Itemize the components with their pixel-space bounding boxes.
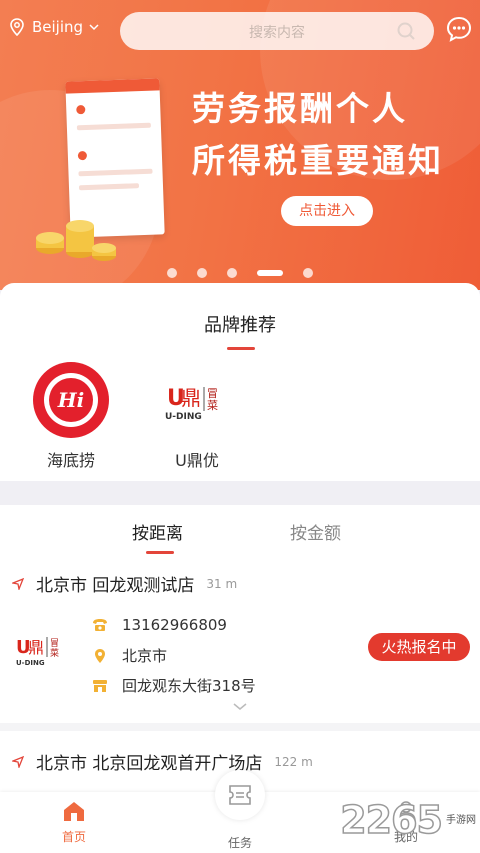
city-label: Beijing: [32, 18, 84, 36]
tab-by-amount[interactable]: 按金额: [290, 519, 341, 544]
store-distance: 122 m: [274, 754, 313, 769]
brand-name: U鼎优: [175, 451, 219, 470]
city-selector[interactable]: Beijing: [10, 18, 107, 36]
status-badge[interactable]: 火热报名中: [368, 633, 470, 661]
gold-coins-icon: [36, 220, 116, 261]
svg-text:菜: 菜: [50, 647, 59, 659]
navigation-arrow-icon: [12, 755, 24, 768]
carousel-dot[interactable]: [197, 267, 207, 278]
svg-text:Hi: Hi: [57, 388, 85, 412]
store-front-icon: [93, 679, 107, 692]
tab-home[interactable]: 首页: [34, 800, 114, 845]
ticket-icon: [229, 785, 251, 805]
task-center-button[interactable]: [215, 770, 265, 820]
phone-icon: [93, 619, 107, 631]
brand-recommendation-section: 品牌推荐 Hi 海底捞 U 鼎 冒 菜 U-DING U鼎优: [0, 283, 480, 481]
tab-home-label: 首页: [61, 830, 86, 844]
carousel-indicator: [0, 262, 480, 281]
section-title: 品牌推荐: [204, 315, 276, 336]
tab-task-label: 任务: [227, 836, 252, 850]
store-title-row[interactable]: 北京市 回龙观测试店 31 m: [12, 571, 237, 596]
svg-text:菜: 菜: [207, 399, 218, 412]
search-placeholder: 搜索内容: [249, 25, 305, 41]
store-city-row: 北京市: [92, 645, 167, 666]
store-distance: 31 m: [206, 576, 238, 591]
carousel-dot[interactable]: [303, 267, 313, 278]
message-icon[interactable]: [446, 16, 472, 42]
navigation-arrow-icon: [12, 577, 24, 590]
tab-task[interactable]: 任务: [200, 832, 280, 851]
banner-headline-line1: 劳务报酬个人: [192, 89, 408, 128]
banner-headline-line2: 所得税重要通知: [192, 141, 444, 180]
store-title-row[interactable]: 北京市 北京回龙观首开广场店 122 m: [12, 749, 313, 774]
store-logo-uding: U 鼎 冒 菜 U-DING: [16, 637, 59, 667]
carousel-dot-active[interactable]: [257, 269, 283, 276]
svg-text:U-DING: U-DING: [165, 412, 202, 422]
chevron-down-icon: [89, 23, 99, 30]
svg-text:U-DING: U-DING: [16, 659, 45, 667]
svg-text:鼎: 鼎: [28, 638, 44, 657]
search-bar[interactable]: 搜索内容: [120, 12, 434, 50]
search-icon[interactable]: [396, 21, 416, 41]
store-name: 北京市 北京回龙观首开广场店: [36, 754, 263, 774]
location-pin-icon: [10, 18, 24, 36]
active-tab-indicator: [146, 551, 174, 554]
carousel-dot[interactable]: [167, 267, 177, 278]
banner-enter-button[interactable]: 点击进入: [281, 196, 373, 226]
tab-by-distance[interactable]: 按距离: [132, 519, 183, 544]
location-pin-icon: [95, 648, 105, 663]
watermark-site: 手游网: [446, 814, 476, 826]
store-phone: 13162966809: [122, 616, 227, 634]
section-title-underline: [227, 347, 255, 350]
svg-text:鼎: 鼎: [181, 386, 201, 410]
brand-item-haidilao[interactable]: Hi 海底捞: [26, 361, 116, 471]
divider: [0, 723, 480, 731]
brand-item-uding[interactable]: U 鼎 冒 菜 U-DING U鼎优: [152, 361, 242, 471]
store-name: 北京市 回龙观测试店: [36, 576, 195, 596]
watermark-number: 2265: [339, 797, 443, 843]
store-address: 回龙观东大街318号: [122, 677, 256, 695]
home-icon: [64, 802, 84, 821]
brand-name: 海底捞: [46, 451, 95, 470]
chevron-down-icon[interactable]: [229, 701, 251, 713]
carousel-dot[interactable]: [227, 267, 237, 278]
svg-text:冒: 冒: [50, 638, 59, 649]
store-phone-row[interactable]: 13162966809: [92, 616, 227, 634]
store-address-row: 回龙观东大街318号: [92, 675, 256, 696]
haidilao-logo: Hi: [33, 362, 109, 438]
watermark: 2265 手游网: [339, 797, 476, 843]
uding-logo: U 鼎 冒 菜 U-DING: [165, 386, 218, 422]
store-city: 北京市: [122, 647, 168, 665]
